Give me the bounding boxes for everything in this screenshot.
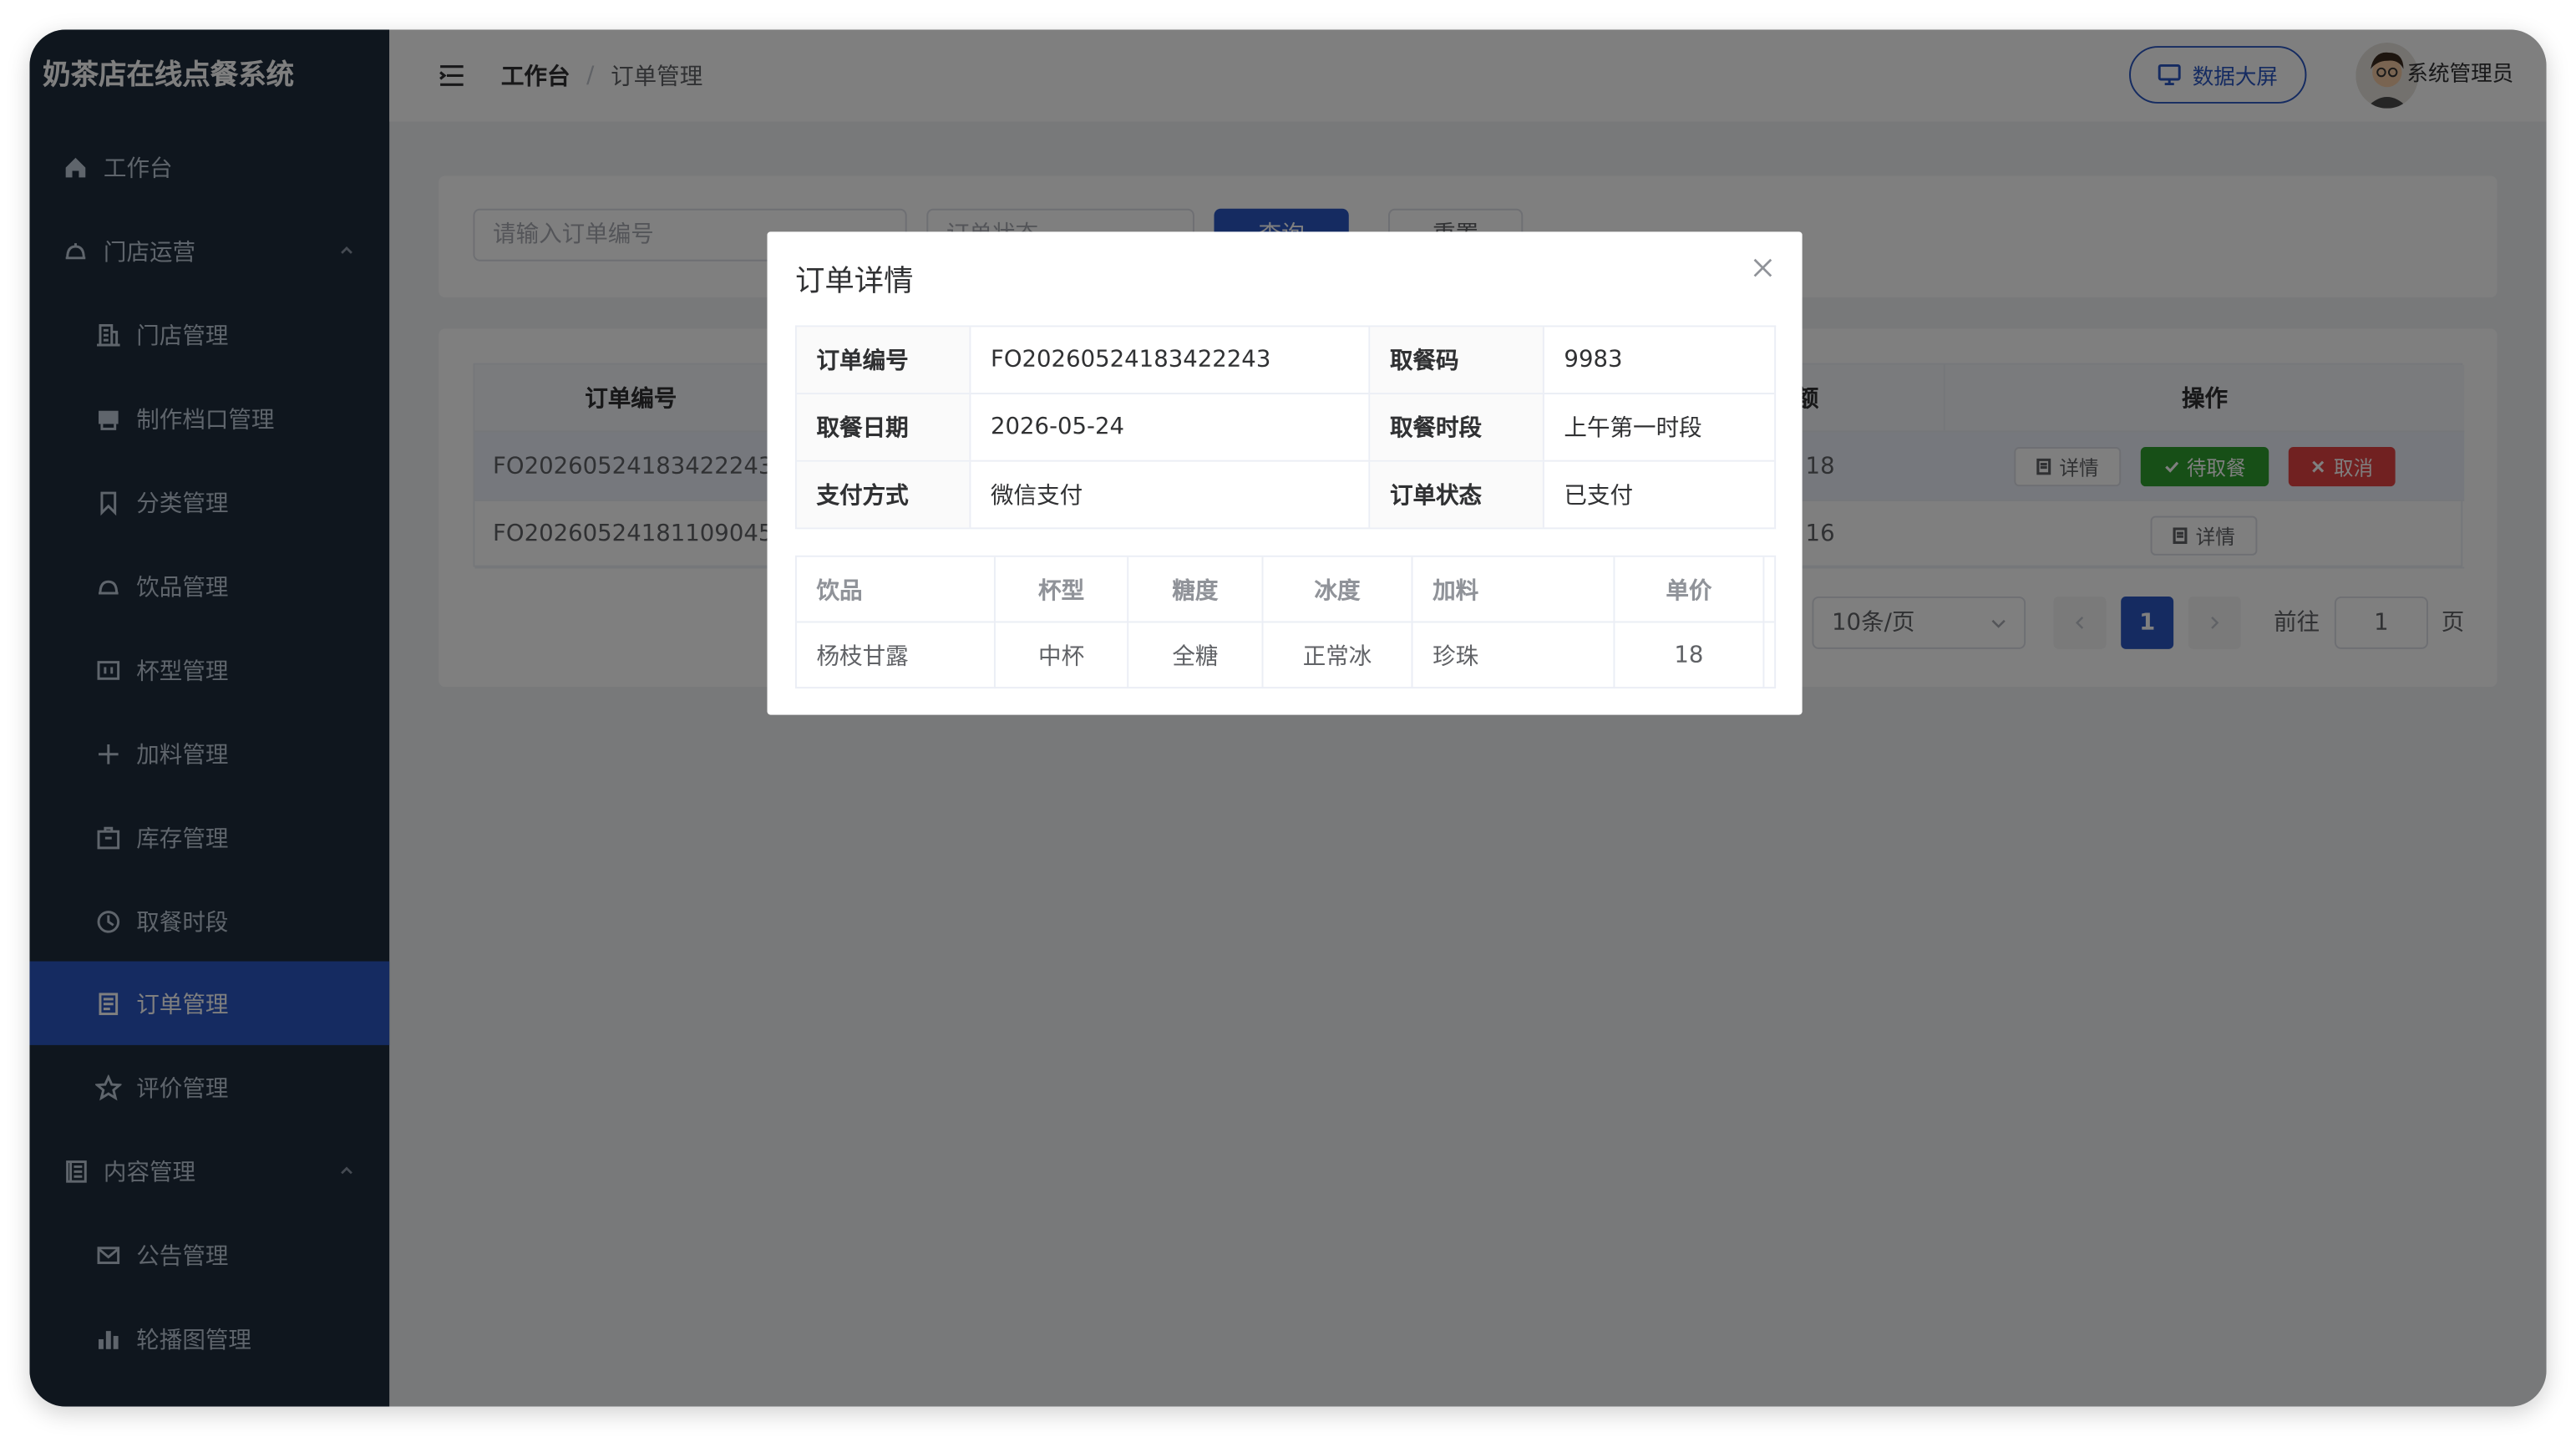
col-sugar: 糖度 bbox=[1128, 556, 1264, 623]
topping-cell: 珍珠 bbox=[1412, 622, 1615, 689]
col-ice: 冰度 bbox=[1264, 556, 1413, 623]
col-price: 单价 bbox=[1615, 556, 1765, 623]
field-value: FO20260524183422243 bbox=[971, 327, 1371, 394]
field-label: 取餐码 bbox=[1370, 327, 1544, 394]
drink-cell: 杨枝甘露 bbox=[797, 622, 996, 689]
items-row: 杨枝甘露 中杯 全糖 正常冰 珍珠 18 bbox=[797, 622, 1774, 689]
col-drink: 饮品 bbox=[797, 556, 996, 623]
field-value: 已支付 bbox=[1564, 483, 1634, 510]
field-value: 上午第一时段 bbox=[1564, 415, 1702, 443]
col-cup: 杯型 bbox=[996, 556, 1129, 623]
ice-cell: 正常冰 bbox=[1264, 622, 1413, 689]
field-value: 微信支付 bbox=[971, 461, 1371, 528]
field-label: 订单状态 bbox=[1370, 461, 1544, 528]
info-row: 支付方式 微信支付 订单状态 已支付 bbox=[796, 461, 1775, 530]
price-cell: 18 bbox=[1615, 622, 1765, 689]
info-row: 订单编号 FO20260524183422243 取餐码 9983 bbox=[796, 327, 1775, 395]
items-header: 饮品 杯型 糖度 冰度 加料 单价 bbox=[796, 556, 1775, 623]
dialog-title: 订单详情 bbox=[794, 264, 914, 299]
order-items-table: 饮品 杯型 糖度 冰度 加料 单价 杨枝甘露 中杯 全糖 正常冰 珍珠 18 bbox=[794, 555, 1777, 689]
field-label: 取餐时段 bbox=[1370, 394, 1544, 460]
close-icon[interactable] bbox=[1752, 256, 1775, 280]
field-value: 9983 bbox=[1564, 347, 1623, 373]
field-label: 取餐日期 bbox=[796, 394, 971, 460]
app-window: 奶茶店在线点餐系统 工作台 门店运营 门店管理 制作档口管理 分类管理 饮品管理 bbox=[29, 29, 2547, 1407]
field-label: 订单编号 bbox=[796, 327, 971, 394]
col-topping: 加料 bbox=[1412, 556, 1615, 623]
order-info-descriptions: 订单编号 FO20260524183422243 取餐码 9983 取餐日期 2… bbox=[794, 325, 1777, 530]
field-value: 2026-05-24 bbox=[971, 394, 1371, 460]
info-row: 取餐日期 2026-05-24 取餐时段 上午第一时段 bbox=[796, 394, 1775, 462]
sugar-cell: 全糖 bbox=[1128, 622, 1264, 689]
order-detail-dialog: 订单详情 订单编号 FO20260524183422243 取餐码 9983 取… bbox=[767, 231, 1803, 715]
cup-cell: 中杯 bbox=[996, 622, 1129, 689]
field-label: 支付方式 bbox=[796, 461, 971, 528]
